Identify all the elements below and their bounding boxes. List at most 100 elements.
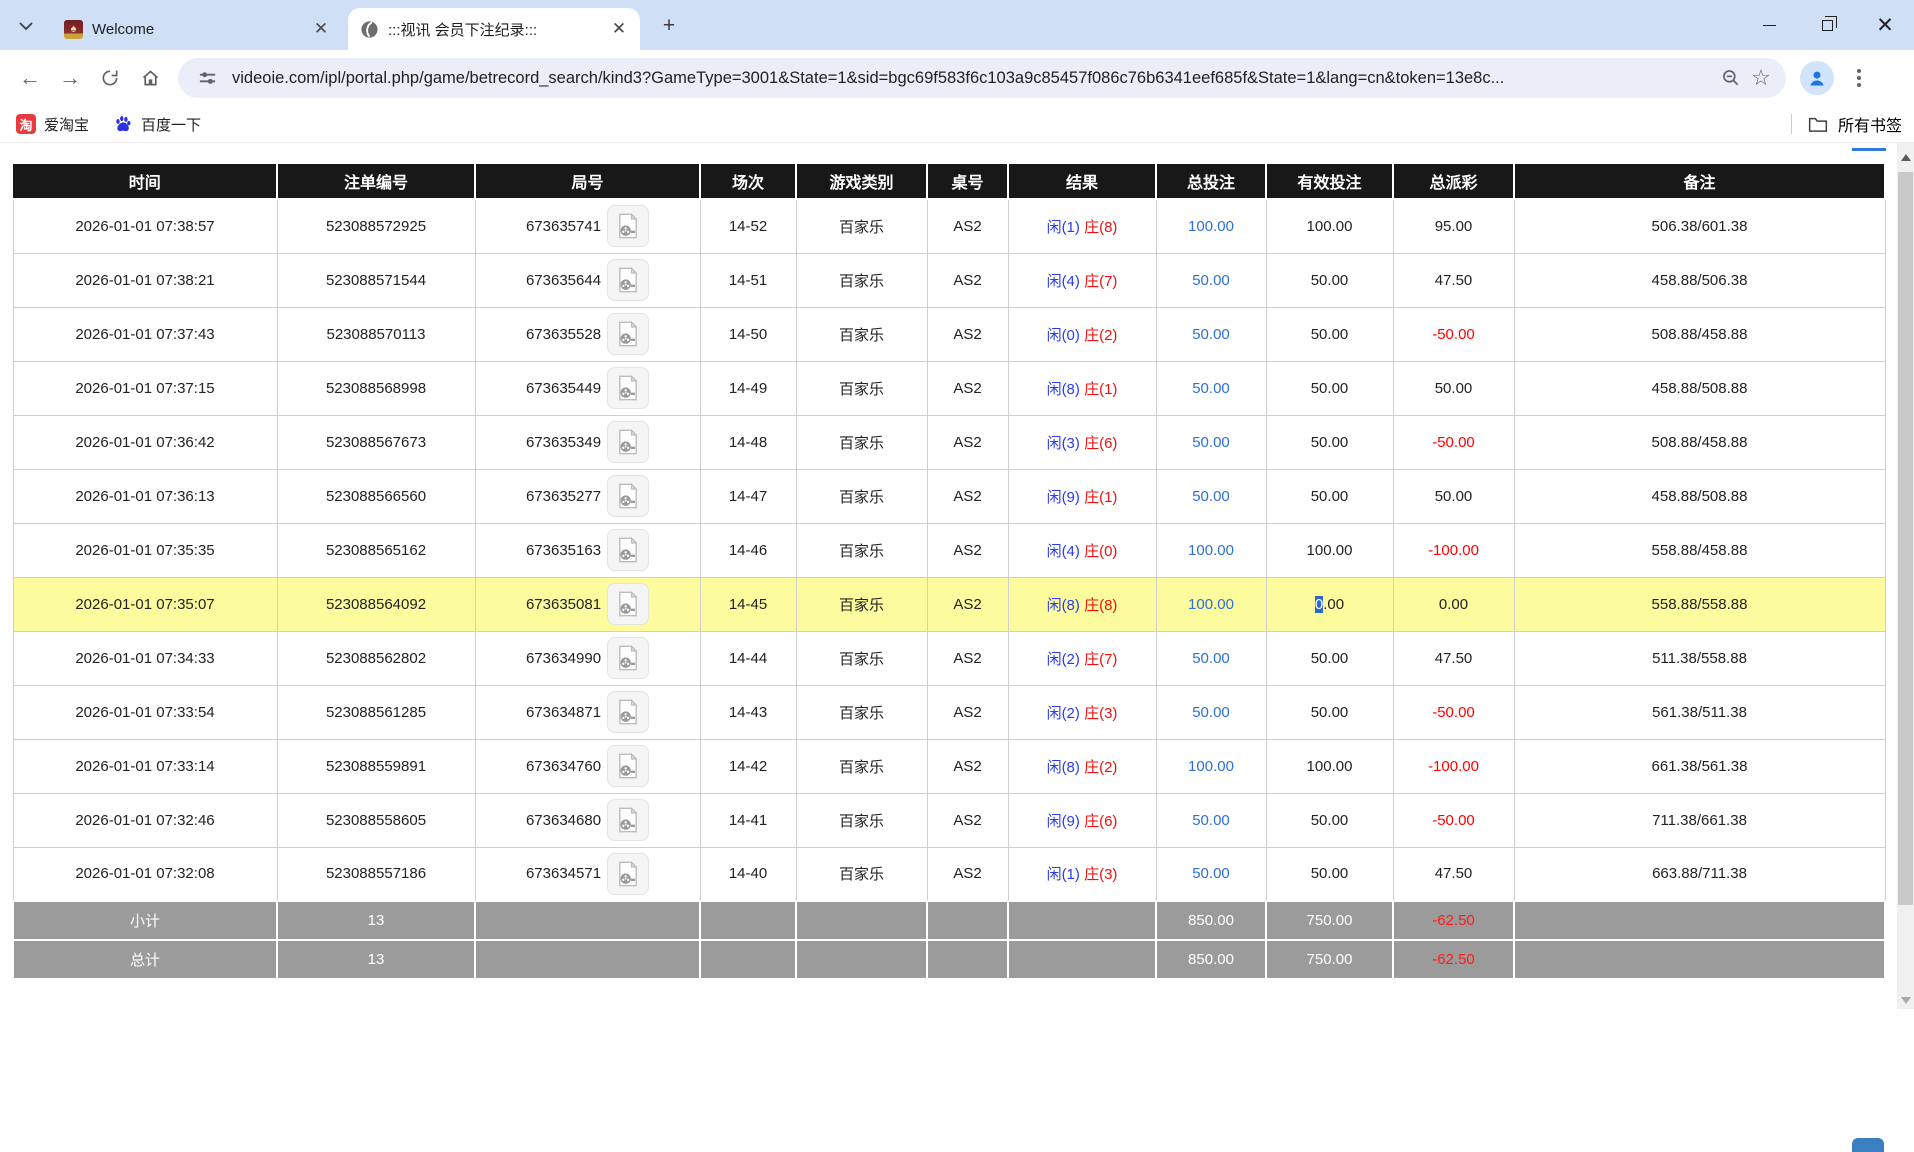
total-bet-link[interactable]: 50.00 — [1192, 380, 1230, 397]
cell-result: 闲(8) 庄(8) — [1008, 577, 1156, 631]
result-player: 闲(8) — [1047, 759, 1080, 776]
table-row: 2026-01-01 07:36:42523088567673673635349… — [13, 415, 1885, 469]
browser-menu-icon[interactable] — [1842, 61, 1876, 95]
footer-cell — [1514, 901, 1885, 940]
forward-icon[interactable]: → — [50, 58, 90, 98]
cell-table-no: AS2 — [927, 523, 1008, 577]
cell-total-bet: 50.00 — [1156, 307, 1266, 361]
cell-note: 508.88/458.88 — [1514, 307, 1885, 361]
total-bet-link[interactable]: 50.00 — [1192, 272, 1230, 289]
home-icon[interactable] — [130, 58, 170, 98]
video-replay-button[interactable] — [607, 475, 649, 517]
footer-cell — [475, 940, 700, 979]
total-bet-link[interactable]: 100.00 — [1188, 218, 1234, 235]
bookmark-aitaobao[interactable]: 淘 爱淘宝 — [8, 110, 97, 139]
folder-icon — [1808, 116, 1828, 133]
all-bookmarks[interactable]: 所有书签 — [1791, 112, 1914, 136]
zoom-out-icon[interactable] — [1716, 63, 1746, 93]
cell-game-type: 百家乐 — [796, 847, 927, 901]
table-row: 2026-01-01 07:37:43523088570113673635528… — [13, 307, 1885, 361]
column-header: 总派彩 — [1393, 164, 1514, 199]
omnibox[interactable]: videoie.com/ipl/portal.php/game/betrecor… — [178, 58, 1786, 98]
video-replay-button[interactable] — [607, 637, 649, 679]
tab-title: Welcome — [92, 21, 301, 38]
cell-valid-bet: 50.00 — [1266, 685, 1393, 739]
scrollbar-down-icon[interactable] — [1897, 992, 1914, 1009]
cell-result: 闲(4) 庄(0) — [1008, 523, 1156, 577]
cell-payout: 50.00 — [1393, 361, 1514, 415]
round-id-group: 673635741 — [526, 205, 649, 247]
tab-search-chevron-icon[interactable] — [14, 14, 38, 38]
total-bet-link[interactable]: 50.00 — [1192, 704, 1230, 721]
cell-bet-id: 523088566560 — [277, 469, 475, 523]
total-bet-link[interactable]: 100.00 — [1188, 542, 1234, 559]
tab-close-icon[interactable]: ✕ — [310, 18, 332, 40]
video-replay-button[interactable] — [607, 853, 649, 895]
cell-result: 闲(2) 庄(3) — [1008, 685, 1156, 739]
video-replay-button[interactable] — [607, 367, 649, 409]
total-bet-link[interactable]: 50.00 — [1192, 812, 1230, 829]
scroll-float-button[interactable] — [1852, 1138, 1884, 1152]
cell-payout: -50.00 — [1393, 793, 1514, 847]
bookmark-baidu[interactable]: 百度一下 — [105, 110, 209, 139]
table-row: 2026-01-01 07:38:57523088572925673635741… — [13, 199, 1885, 253]
column-header: 时间 — [13, 164, 277, 199]
page-scrollbar[interactable] — [1897, 143, 1914, 1009]
site-info-icon[interactable] — [192, 63, 222, 93]
table-row: 2026-01-01 07:33:14523088559891673634760… — [13, 739, 1885, 793]
cell-bet-id: 523088561285 — [277, 685, 475, 739]
new-tab-button[interactable]: + — [656, 13, 682, 39]
total-bet-link[interactable]: 50.00 — [1192, 488, 1230, 505]
video-replay-button[interactable] — [607, 529, 649, 571]
minimize-button[interactable] — [1740, 0, 1798, 50]
cell-total-bet: 100.00 — [1156, 199, 1266, 253]
round-id-group: 673635528 — [526, 313, 649, 355]
cell-game-type: 百家乐 — [796, 307, 927, 361]
total-bet-link[interactable]: 50.00 — [1192, 650, 1230, 667]
url-text[interactable]: videoie.com/ipl/portal.php/game/betrecor… — [232, 69, 1716, 88]
cell-payout: 50.00 — [1393, 469, 1514, 523]
tab-bet-record[interactable]: :::视讯 会员下注纪录::: ✕ — [348, 8, 640, 50]
video-replay-button[interactable] — [607, 691, 649, 733]
cell-valid-bet: 100.00 — [1266, 739, 1393, 793]
baidu-paw-icon — [113, 114, 133, 134]
video-replay-button[interactable] — [607, 421, 649, 463]
scrollbar-up-icon[interactable] — [1897, 149, 1914, 166]
video-replay-button[interactable] — [607, 259, 649, 301]
video-replay-button[interactable] — [607, 583, 649, 625]
cell-table-no: AS2 — [927, 793, 1008, 847]
bet-record-table: 时间注单编号局号场次游戏类别桌号结果总投注有效投注总派彩备注 2026-01-0… — [12, 164, 1886, 980]
total-bet-link[interactable]: 100.00 — [1188, 758, 1234, 775]
result-banker: 庄(3) — [1080, 705, 1118, 722]
restore-button[interactable] — [1798, 0, 1856, 50]
column-header: 场次 — [700, 164, 796, 199]
footer-cell — [700, 940, 796, 979]
bookmark-star-icon[interactable]: ☆ — [1746, 63, 1776, 93]
video-replay-button[interactable] — [607, 799, 649, 841]
total-bet-link[interactable]: 100.00 — [1188, 596, 1234, 613]
cell-session: 14-50 — [700, 307, 796, 361]
reload-icon[interactable] — [90, 58, 130, 98]
result-player: 闲(4) — [1047, 543, 1080, 560]
cell-bet-id: 523088572925 — [277, 199, 475, 253]
result-player: 闲(2) — [1047, 705, 1080, 722]
column-header: 结果 — [1008, 164, 1156, 199]
video-replay-button[interactable] — [607, 313, 649, 355]
total-bet-link[interactable]: 50.00 — [1192, 434, 1230, 451]
cell-session: 14-45 — [700, 577, 796, 631]
column-header: 桌号 — [927, 164, 1008, 199]
cell-round-id: 673635644 — [475, 253, 700, 307]
scrollbar-thumb[interactable] — [1898, 172, 1913, 905]
video-replay-button[interactable] — [607, 745, 649, 787]
back-icon[interactable]: ← — [10, 58, 50, 98]
cell-session: 14-44 — [700, 631, 796, 685]
video-replay-button[interactable] — [607, 205, 649, 247]
close-button[interactable]: ✕ — [1856, 0, 1914, 50]
profile-avatar[interactable] — [1800, 61, 1834, 95]
total-bet-link[interactable]: 50.00 — [1192, 865, 1230, 882]
tab-close-icon[interactable]: ✕ — [608, 18, 630, 40]
total-bet-link[interactable]: 50.00 — [1192, 326, 1230, 343]
result-player: 闲(2) — [1047, 651, 1080, 668]
tab-welcome[interactable]: ♠ Welcome ✕ — [52, 8, 342, 50]
round-id-group: 673634871 — [526, 691, 649, 733]
